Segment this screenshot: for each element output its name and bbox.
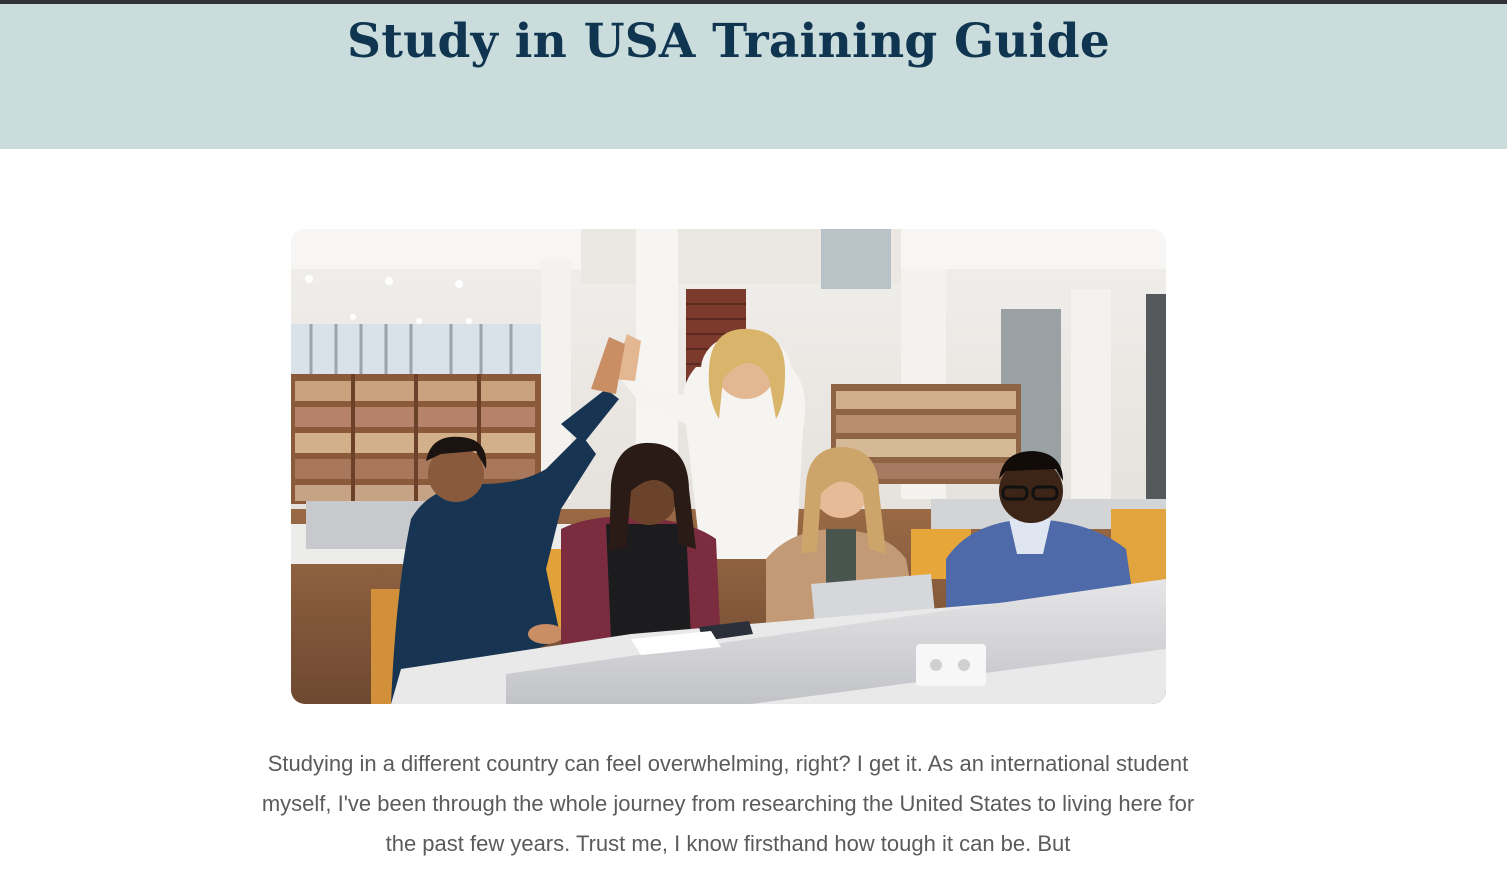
page-title: Study in USA Training Guide (347, 14, 1110, 69)
intro-paragraph: Studying in a different country can feel… (261, 751, 1195, 856)
page-header: Study in USA Training Guide (0, 4, 1507, 149)
featured-image (291, 229, 1166, 704)
